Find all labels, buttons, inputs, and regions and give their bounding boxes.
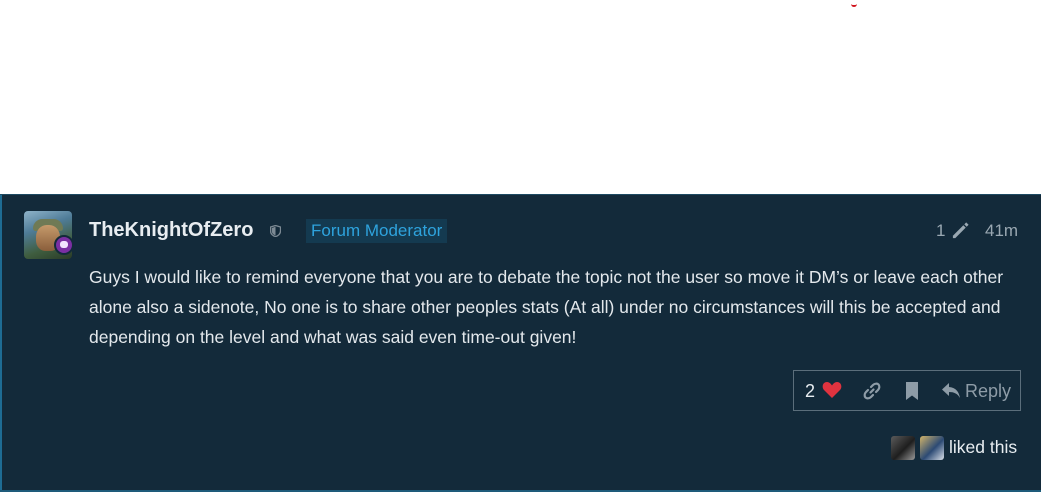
reply-icon[interactable] [941, 382, 961, 399]
edit-count[interactable]: 1 [936, 220, 945, 242]
pencil-icon[interactable] [951, 221, 970, 240]
post-timestamp[interactable]: 41m [985, 220, 1018, 242]
heart-icon[interactable] [822, 381, 842, 399]
username[interactable]: TheKnightOfZero [89, 218, 253, 242]
shield-icon [270, 225, 281, 237]
user-flair-icon [54, 235, 74, 255]
liked-this-label: liked this [949, 437, 1018, 457]
bookmark-icon[interactable] [904, 381, 920, 401]
post-left-border [0, 195, 2, 492]
post-body: Guys I would like to remind everyone tha… [89, 267, 1004, 347]
moderator-badge[interactable]: Forum Moderator [306, 219, 448, 243]
liker-avatar[interactable] [891, 436, 915, 460]
liker-avatar[interactable] [920, 436, 944, 460]
post-actions: 2 Reply [793, 370, 1021, 411]
like-count[interactable]: 2 [805, 380, 815, 402]
reply-button[interactable]: Reply [965, 380, 1011, 402]
link-icon[interactable] [862, 381, 882, 401]
red-scribble-mark [851, 0, 857, 7]
